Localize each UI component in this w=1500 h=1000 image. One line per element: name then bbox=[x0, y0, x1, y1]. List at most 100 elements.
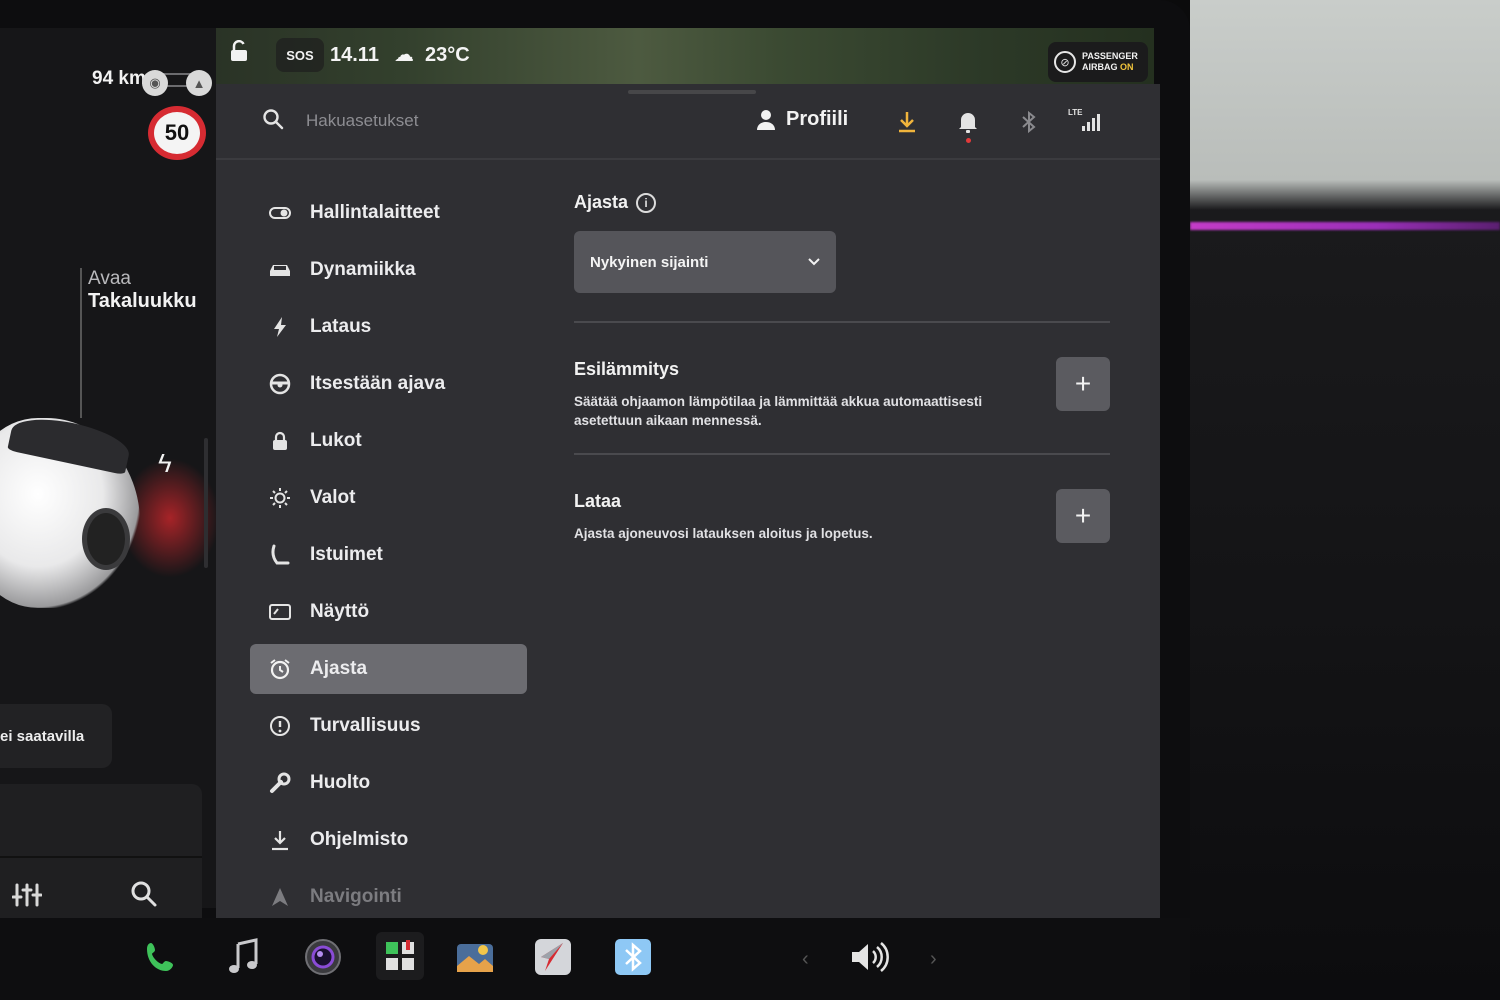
status-card[interactable]: ei saatavilla bbox=[0, 704, 112, 768]
sliders-icon[interactable] bbox=[11, 882, 43, 915]
airbag-line1: PASSENGER bbox=[1082, 51, 1138, 61]
volume-icon[interactable] bbox=[848, 936, 890, 978]
music-icon[interactable] bbox=[222, 936, 264, 978]
row-title: Esilämmitys bbox=[574, 359, 680, 379]
location-dropdown-value: Nykyinen sijainti bbox=[590, 253, 709, 271]
download-icon bbox=[268, 829, 292, 851]
clock: 14.11 bbox=[330, 44, 379, 66]
bolt-icon bbox=[268, 316, 292, 338]
info-icon[interactable]: i bbox=[636, 192, 657, 213]
sidebar-item-label: Turvallisuus bbox=[310, 715, 421, 736]
sidebar-item-label: Näyttö bbox=[310, 601, 370, 622]
alarm-icon bbox=[268, 658, 292, 680]
network-label: LTE bbox=[1068, 108, 1083, 117]
chevron-right-icon[interactable]: › bbox=[930, 948, 937, 971]
sidebar-item-navigation[interactable]: Navigointi bbox=[250, 872, 530, 922]
unlock-icon[interactable] bbox=[228, 39, 250, 67]
dock-bar: ‹ › bbox=[0, 918, 1190, 1000]
weather-cloud-icon: ☁ bbox=[394, 44, 414, 66]
sidebar-item-service[interactable]: Huolto bbox=[250, 758, 530, 808]
settings-sidebar: Hallintalaitteet Dynamiikka Lataus Itses… bbox=[250, 188, 530, 929]
car-panel: 94 km ◉ ▲ 50 Avaa Takaluukku ϟ ei saatav… bbox=[0, 28, 220, 930]
row-description: Ajasta ajoneuvosi latauksen aloitus ja l… bbox=[574, 526, 873, 541]
download-icon[interactable] bbox=[896, 110, 918, 139]
settings-search-input[interactable] bbox=[306, 106, 606, 136]
sidebar-item-label: Ohjelmisto bbox=[310, 829, 409, 850]
sidebar-item-seats[interactable]: Istuimet bbox=[250, 530, 530, 580]
airbag-state: ON bbox=[1120, 62, 1134, 72]
sidebar-item-autopilot[interactable]: Itsestään ajava bbox=[250, 359, 530, 409]
navigation-icon bbox=[268, 887, 292, 907]
search-icon[interactable] bbox=[262, 108, 284, 135]
toggle-icon bbox=[268, 207, 292, 219]
charge-bolt-icon[interactable]: ϟ bbox=[158, 448, 172, 479]
search-icon[interactable] bbox=[130, 880, 158, 913]
add-charge-schedule-button[interactable]: + bbox=[1056, 489, 1110, 543]
sidebar-item-software[interactable]: Ohjelmisto bbox=[250, 815, 530, 865]
add-preconditioning-button[interactable]: + bbox=[1056, 357, 1110, 411]
wrench-icon bbox=[268, 772, 292, 794]
navigation-app-icon[interactable] bbox=[532, 936, 574, 978]
status-bar: SOS 14.11 ☁ 23°C ⊘ PASSENGER AIRBAG ON bbox=[216, 28, 1154, 86]
settings-header: Profiili LTE bbox=[216, 84, 1160, 160]
trunk-label-line1: Avaa bbox=[88, 268, 131, 289]
sidebar-item-label: Lataus bbox=[310, 316, 372, 337]
trunk-pointer-line bbox=[80, 268, 82, 418]
background-environment bbox=[1190, 0, 1500, 1000]
display-icon bbox=[268, 603, 292, 621]
schedule-content: Ajasta i Nykyinen sijainti Esilämmitys S… bbox=[574, 192, 1110, 585]
chevron-down-icon bbox=[808, 258, 820, 266]
row-description: Säätää ohjaamon lämpötilaa ja lämmittää … bbox=[574, 394, 983, 428]
alert-circle-icon bbox=[268, 715, 292, 737]
sidebar-item-label: Istuimet bbox=[310, 544, 383, 565]
cellular-signal-icon: LTE bbox=[1068, 106, 1102, 139]
sidebar-item-label: Hallintalaitteet bbox=[310, 202, 440, 223]
sidebar-item-dynamics[interactable]: Dynamiikka bbox=[250, 245, 530, 295]
passenger-airbag-status: ⊘ PASSENGER AIRBAG ON bbox=[1048, 42, 1148, 82]
warning-icon: ▲ bbox=[186, 70, 212, 96]
lock-icon bbox=[268, 431, 292, 451]
sidebar-item-safety[interactable]: Turvallisuus bbox=[250, 701, 530, 751]
speed-limit-sign: 50 bbox=[148, 106, 206, 160]
sidebar-item-locks[interactable]: Lukot bbox=[250, 416, 530, 466]
sidebar-item-label: Lukot bbox=[310, 430, 362, 451]
camera-icon[interactable] bbox=[302, 936, 344, 978]
car-wheel bbox=[82, 508, 130, 570]
bell-icon[interactable] bbox=[958, 110, 978, 139]
phone-icon[interactable] bbox=[140, 936, 182, 978]
ambient-light bbox=[1190, 222, 1500, 230]
sidebar-item-label: Ajasta bbox=[310, 658, 368, 679]
sidebar-item-label: Navigointi bbox=[310, 886, 402, 907]
car-panel-scrollbar[interactable] bbox=[204, 438, 208, 568]
sidebar-item-controls[interactable]: Hallintalaitteet bbox=[250, 188, 530, 238]
section-title: Ajasta bbox=[574, 192, 629, 212]
sidebar-item-label: Dynamiikka bbox=[310, 259, 416, 280]
sidebar-item-lights[interactable]: Valot bbox=[250, 473, 530, 523]
profile-label: Profiili bbox=[786, 108, 849, 130]
bluetooth-icon[interactable] bbox=[1020, 110, 1038, 139]
airbag-line2: AIRBAG bbox=[1082, 62, 1118, 72]
outside-temperature: 23°C bbox=[425, 44, 470, 66]
open-trunk-button[interactable]: Avaa Takaluukku bbox=[88, 268, 197, 313]
notification-dot bbox=[966, 138, 971, 143]
range-readout: 94 km bbox=[92, 68, 146, 89]
sidebar-item-schedule[interactable]: Ajasta bbox=[250, 644, 527, 694]
person-icon bbox=[757, 109, 775, 130]
sidebar-item-label: Huolto bbox=[310, 772, 371, 793]
preconditioning-row: Esilämmitys Säätää ohjaamon lämpötilaa j… bbox=[574, 323, 1110, 453]
seat-icon bbox=[268, 544, 292, 566]
section-header: Ajasta i bbox=[574, 192, 1110, 213]
sidebar-item-label: Itsestään ajava bbox=[310, 373, 446, 394]
chevron-left-icon[interactable]: ‹ bbox=[802, 948, 809, 971]
profile-button[interactable]: Profiili bbox=[756, 108, 848, 131]
bluetooth-icon[interactable] bbox=[612, 936, 654, 978]
toybox-icon[interactable] bbox=[376, 932, 424, 980]
photos-icon[interactable] bbox=[454, 936, 496, 978]
card-divider bbox=[0, 856, 202, 858]
location-dropdown[interactable]: Nykyinen sijainti bbox=[574, 231, 836, 293]
sidebar-item-display[interactable]: Näyttö bbox=[250, 587, 530, 637]
sos-button[interactable]: SOS bbox=[276, 38, 324, 72]
car-icon bbox=[268, 262, 292, 278]
speaker-alert-icon: ◉ bbox=[142, 70, 168, 96]
sidebar-item-charging[interactable]: Lataus bbox=[250, 302, 530, 352]
